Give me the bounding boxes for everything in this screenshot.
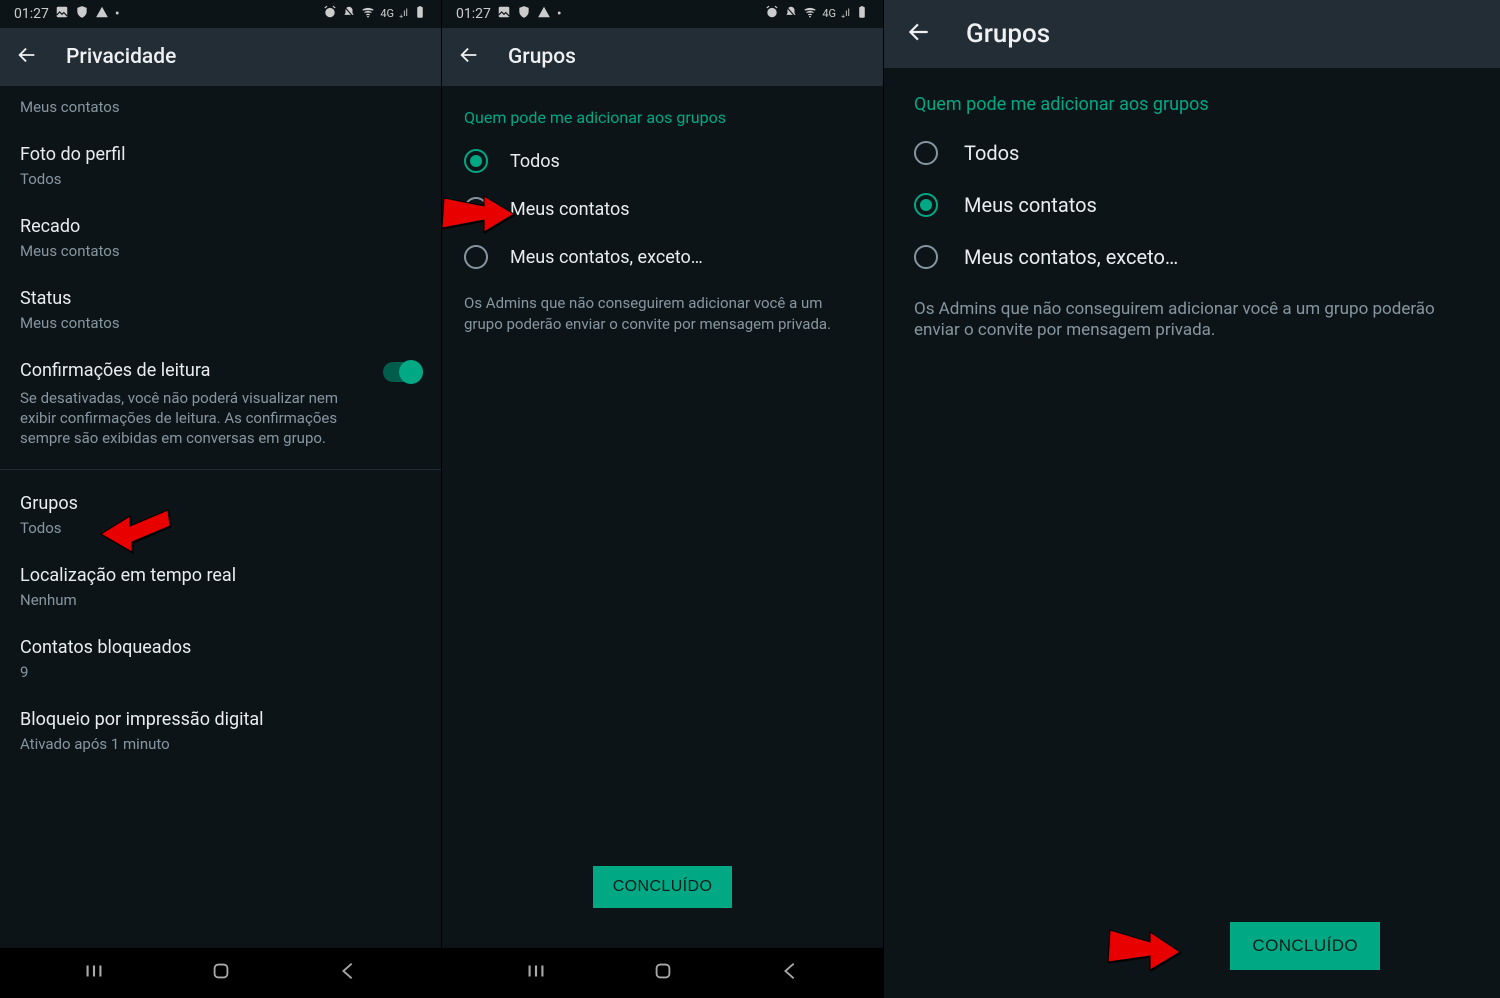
network-label: 4G (822, 7, 836, 20)
wifi-icon (803, 5, 817, 23)
signal-icon: ₊ıl (841, 9, 850, 19)
radio-label: Meus contatos (510, 199, 630, 220)
back-icon[interactable] (906, 19, 932, 49)
gallery-icon (497, 5, 511, 23)
radio-option-everyone[interactable]: Todos (442, 137, 883, 185)
setting-live-value: Nenhum (20, 591, 421, 609)
wifi-icon (361, 5, 375, 23)
app-bar: Privacidade (0, 28, 441, 86)
vibrate-icon (784, 5, 798, 23)
nav-home-icon[interactable] (210, 960, 232, 986)
setting-about[interactable]: Recado Meus contatos (0, 201, 441, 273)
nav-back-icon[interactable] (337, 960, 359, 986)
radio-label: Meus contatos, exceto… (964, 245, 1178, 269)
warning-icon (537, 5, 551, 23)
setting-live-location[interactable]: Localização em tempo real Nenhum (0, 550, 441, 622)
page-title: Grupos (508, 45, 576, 69)
radio-label: Todos (510, 151, 560, 172)
more-dot: • (115, 6, 120, 22)
radio-option-contacts[interactable]: Meus contatos (442, 185, 883, 233)
setting-last-seen[interactable]: Meus contatos (0, 86, 441, 129)
setting-fingerprint[interactable]: Bloqueio por impressão digital Ativado a… (0, 694, 441, 766)
nav-bar (0, 948, 441, 998)
read-receipts-toggle[interactable] (383, 362, 421, 382)
battery-icon (413, 5, 427, 23)
setting-finger-value: Ativado após 1 minuto (20, 735, 421, 753)
status-bar: 01:27 • 4G ₊ıl (442, 0, 883, 28)
status-time: 01:27 (14, 6, 49, 22)
page-title: Privacidade (66, 45, 176, 69)
warning-icon (95, 5, 109, 23)
page-title: Grupos (966, 19, 1050, 49)
helper-text: Os Admins que não conseguirem adicionar … (884, 283, 1500, 341)
alarm-icon (765, 5, 779, 23)
radio-icon (914, 193, 938, 217)
setting-status-value: Meus contatos (20, 314, 421, 332)
setting-groups-title: Grupos (20, 491, 421, 517)
radio-option-contacts[interactable]: Meus contatos (884, 179, 1500, 231)
setting-status[interactable]: Status Meus contatos (0, 273, 441, 345)
setting-last-seen-value: Meus contatos (20, 98, 421, 116)
app-bar: Grupos (442, 28, 883, 86)
setting-read-receipts[interactable]: Confirmações de leitura Se desativadas, … (0, 345, 441, 461)
section-header: Quem pode me adicionar aos grupos (442, 86, 883, 137)
divider (0, 469, 441, 470)
radio-icon (464, 149, 488, 173)
radio-label: Todos (964, 141, 1019, 165)
setting-about-title: Recado (20, 214, 421, 240)
done-button[interactable]: CONCLUÍDO (1230, 922, 1380, 970)
setting-photo-title: Foto do perfil (20, 142, 421, 168)
helper-text: Os Admins que não conseguirem adicionar … (442, 281, 883, 335)
radio-icon (914, 141, 938, 165)
gallery-icon (55, 5, 69, 23)
setting-status-title: Status (20, 286, 421, 312)
setting-read-desc: Se desativadas, você não poderá visualiz… (20, 388, 421, 448)
setting-finger-title: Bloqueio por impressão digital (20, 707, 421, 733)
app-bar: Grupos (884, 0, 1500, 68)
shield-icon (75, 5, 89, 23)
setting-groups-value: Todos (20, 519, 421, 537)
done-button[interactable]: CONCLUÍDO (593, 866, 733, 908)
alarm-icon (323, 5, 337, 23)
nav-home-icon[interactable] (652, 960, 674, 986)
setting-live-title: Localização em tempo real (20, 563, 421, 589)
setting-blocked-title: Contatos bloqueados (20, 635, 421, 661)
radio-icon (464, 245, 488, 269)
setting-read-title: Confirmações de leitura (20, 358, 383, 384)
back-icon[interactable] (458, 44, 480, 70)
signal-icon: ₊ıl (399, 9, 408, 19)
radio-icon (464, 197, 488, 221)
setting-about-value: Meus contatos (20, 242, 421, 260)
shield-icon (517, 5, 531, 23)
nav-recent-icon[interactable] (83, 960, 105, 986)
radio-label: Meus contatos, exceto… (510, 247, 703, 268)
setting-photo[interactable]: Foto do perfil Todos (0, 129, 441, 201)
nav-recent-icon[interactable] (525, 960, 547, 986)
back-icon[interactable] (16, 44, 38, 70)
nav-bar (442, 948, 883, 998)
radio-option-except[interactable]: Meus contatos, exceto… (442, 233, 883, 281)
more-dot: • (557, 6, 562, 22)
vibrate-icon (342, 5, 356, 23)
radio-option-except[interactable]: Meus contatos, exceto… (884, 231, 1500, 283)
setting-photo-value: Todos (20, 170, 421, 188)
radio-label: Meus contatos (964, 193, 1097, 217)
setting-blocked-value: 9 (20, 663, 421, 681)
radio-option-everyone[interactable]: Todos (884, 127, 1500, 179)
setting-groups[interactable]: Grupos Todos (0, 478, 441, 550)
status-time: 01:27 (456, 6, 491, 22)
status-bar: 01:27 • 4G ₊ıl (0, 0, 441, 28)
nav-back-icon[interactable] (779, 960, 801, 986)
section-header: Quem pode me adicionar aos grupos (884, 68, 1500, 127)
network-label: 4G (380, 7, 394, 20)
battery-icon (855, 5, 869, 23)
setting-blocked[interactable]: Contatos bloqueados 9 (0, 622, 441, 694)
radio-icon (914, 245, 938, 269)
